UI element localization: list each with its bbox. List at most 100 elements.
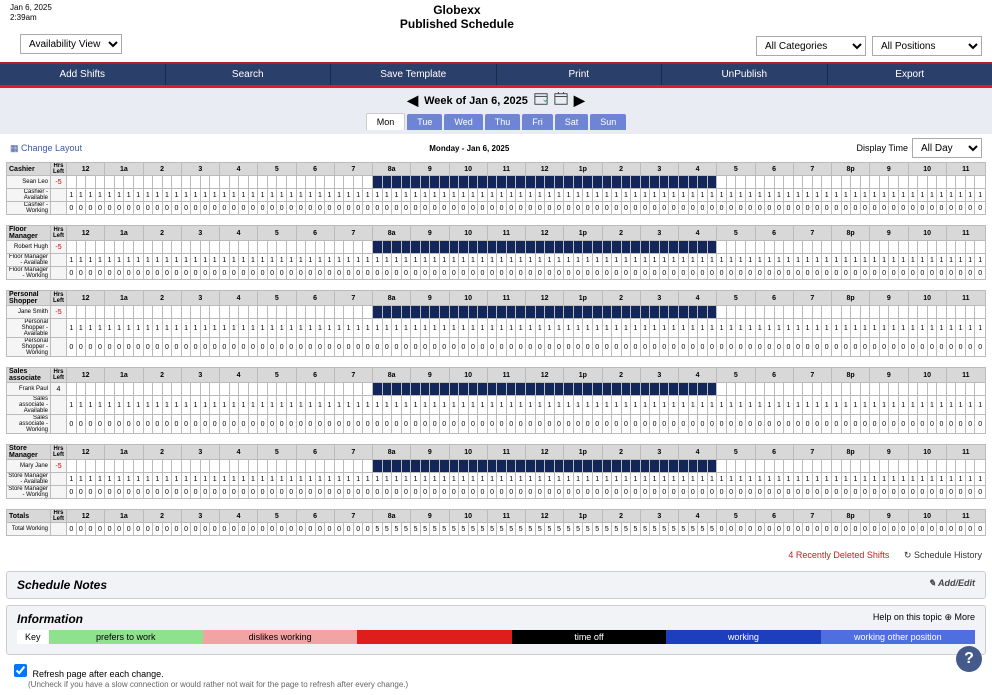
shift-cell[interactable] [965,176,975,189]
slot-cell[interactable]: 1 [239,396,249,415]
slot-cell[interactable]: 0 [439,267,449,280]
shift-cell[interactable] [143,306,153,319]
shift-cell[interactable] [143,383,153,396]
slot-cell[interactable]: 1 [602,473,612,486]
slot-cell[interactable]: 0 [946,523,956,536]
slot-cell[interactable]: 0 [229,523,239,536]
slot-cell[interactable]: 1 [975,396,986,415]
slot-cell[interactable]: 1 [669,319,679,338]
shift-cell[interactable] [191,460,201,473]
slot-cell[interactable]: 1 [784,189,794,202]
slot-cell[interactable]: 1 [296,319,306,338]
slot-cell[interactable]: 0 [526,415,536,434]
slot-cell[interactable]: 1 [153,473,163,486]
shift-cell[interactable] [420,460,430,473]
slot-cell[interactable]: 1 [181,319,191,338]
slot-cell[interactable]: 0 [965,338,975,357]
shift-cell[interactable] [76,460,86,473]
shift-cell[interactable] [659,241,669,254]
shift-cell[interactable] [918,176,928,189]
slot-cell[interactable]: 0 [363,486,373,499]
slot-cell[interactable]: 1 [296,254,306,267]
slot-cell[interactable]: 0 [153,486,163,499]
slot-cell[interactable]: 0 [841,267,851,280]
slot-cell[interactable]: 0 [353,202,363,215]
slot-cell[interactable]: 1 [545,396,555,415]
slot-cell[interactable]: 1 [373,319,383,338]
slot-cell[interactable]: 0 [229,202,239,215]
shift-cell[interactable] [554,241,564,254]
slot-cell[interactable]: 0 [114,486,124,499]
shift-cell[interactable] [181,383,191,396]
shift-cell[interactable] [459,383,469,396]
slot-cell[interactable]: 1 [879,319,889,338]
slot-cell[interactable]: 0 [765,486,775,499]
slot-cell[interactable]: 1 [774,473,784,486]
shift-cell[interactable] [363,383,373,396]
shift-cell[interactable] [535,241,545,254]
slot-cell[interactable]: 1 [296,189,306,202]
shift-cell[interactable] [306,241,316,254]
slot-cell[interactable]: 0 [564,267,574,280]
slot-cell[interactable]: 0 [841,202,851,215]
shift-cell[interactable] [468,460,478,473]
shift-cell[interactable] [650,306,660,319]
nav-add-shifts[interactable]: Add Shifts [0,64,166,85]
shift-cell[interactable] [793,460,803,473]
shift-cell[interactable] [344,306,354,319]
slot-cell[interactable]: 0 [564,338,574,357]
slot-cell[interactable]: 1 [210,189,220,202]
slot-cell[interactable]: 1 [430,254,440,267]
slot-cell[interactable]: 1 [334,396,344,415]
shift-cell[interactable] [726,241,736,254]
shift-cell[interactable] [162,241,172,254]
shift-cell[interactable] [430,460,440,473]
slot-cell[interactable]: 1 [640,473,650,486]
shift-cell[interactable] [325,460,335,473]
slot-cell[interactable]: 1 [841,189,851,202]
shift-cell[interactable] [526,460,536,473]
slot-cell[interactable]: 0 [640,486,650,499]
shift-cell[interactable] [86,460,96,473]
slot-cell[interactable]: 0 [812,202,822,215]
slot-cell[interactable]: 1 [334,473,344,486]
shift-cell[interactable] [812,241,822,254]
slot-cell[interactable]: 0 [392,486,402,499]
slot-cell[interactable]: 0 [296,486,306,499]
shift-cell[interactable] [822,176,832,189]
slot-cell[interactable]: 0 [373,486,383,499]
slot-cell[interactable]: 0 [736,523,746,536]
slot-cell[interactable]: 1 [650,396,660,415]
slot-cell[interactable]: 0 [191,523,201,536]
slot-cell[interactable]: 1 [870,473,880,486]
shift-cell[interactable] [554,383,564,396]
shift-cell[interactable] [172,176,182,189]
slot-cell[interactable]: 1 [267,189,277,202]
slot-cell[interactable]: 1 [468,189,478,202]
slot-cell[interactable]: 0 [554,267,564,280]
shift-cell[interactable] [851,176,861,189]
slot-cell[interactable]: 1 [248,319,258,338]
slot-cell[interactable]: 0 [793,267,803,280]
slot-cell[interactable]: 1 [870,396,880,415]
slot-cell[interactable]: 1 [334,319,344,338]
slot-cell[interactable]: 0 [516,267,526,280]
slot-cell[interactable]: 0 [918,267,928,280]
slot-cell[interactable]: 1 [621,254,631,267]
slot-cell[interactable]: 1 [851,254,861,267]
slot-cell[interactable]: 0 [870,486,880,499]
slot-cell[interactable]: 0 [946,202,956,215]
slot-cell[interactable]: 0 [803,202,813,215]
employee-name[interactable]: Robert Hugh [7,241,51,254]
shift-cell[interactable] [478,176,488,189]
shift-cell[interactable] [210,383,220,396]
shift-cell[interactable] [497,306,507,319]
slot-cell[interactable]: 1 [315,189,325,202]
shift-cell[interactable] [631,383,641,396]
shift-cell[interactable] [832,241,842,254]
slot-cell[interactable]: 0 [774,338,784,357]
shift-cell[interactable] [860,383,870,396]
shift-cell[interactable] [353,383,363,396]
slot-cell[interactable]: 0 [650,415,660,434]
shift-cell[interactable] [535,306,545,319]
